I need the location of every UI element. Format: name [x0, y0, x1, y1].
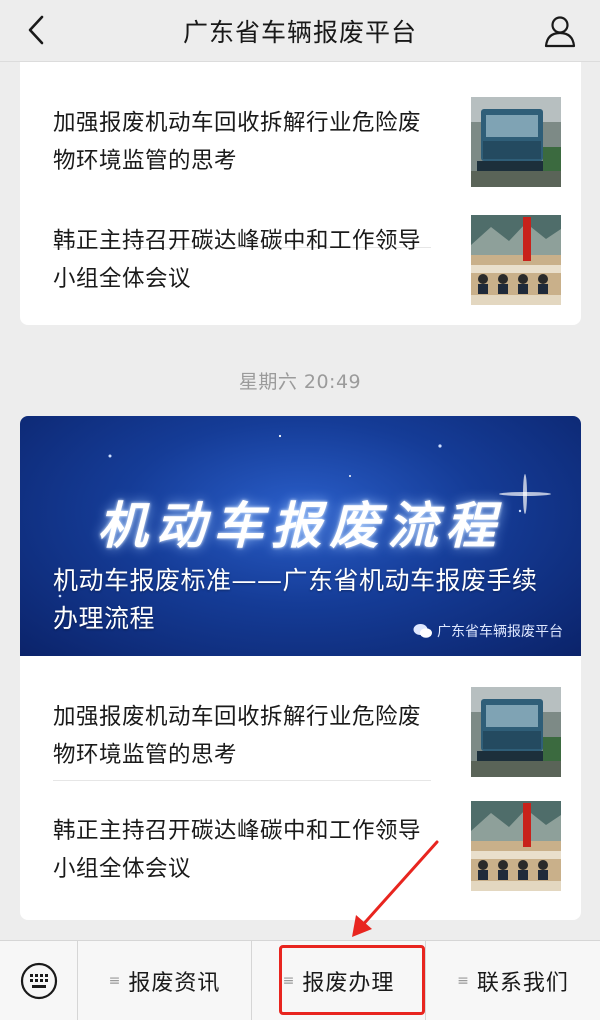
featured-article-banner[interactable]: 机动车报废流程 机动车报废标准——广东省机动车报废手续办理流程 广东省车辆报废平… — [20, 416, 581, 656]
keyboard-toggle-button[interactable] — [0, 941, 78, 1020]
article-title: 加强报废机动车回收拆解行业危险废物环境监管的思考 — [53, 704, 422, 768]
article-item[interactable]: 韩正主持召开碳达峰碳中和工作领导小组全体会议 — [53, 791, 561, 909]
message-feed[interactable]: 加强报废机动车回收拆解行业危险废物环境监管的思考 韩正主持召开碳达峰碳中和工作领… — [0, 62, 600, 940]
article-item[interactable]: 韩正主持召开碳达峰碳中和工作领导小组全体会议 — [53, 201, 561, 319]
meeting-thumbnail — [471, 215, 561, 305]
back-button[interactable] — [18, 12, 54, 48]
menu-lines-icon: ≡ — [282, 973, 295, 989]
menu-item-news[interactable]: ≡ 报废资讯 — [78, 941, 252, 1020]
wechat-icon — [413, 624, 432, 638]
meeting-thumbnail — [471, 801, 561, 891]
message-timestamp: 星期六 20:49 — [238, 371, 362, 393]
bottom-menu-bar: ≡ 报废资讯 ≡ 报废办理 ≡ 联系我们 — [0, 940, 600, 1020]
article-card: 机动车报废流程 机动车报废标准——广东省机动车报废手续办理流程 广东省车辆报废平… — [20, 416, 581, 920]
chevron-left-icon — [28, 15, 44, 45]
keyboard-icon — [20, 962, 57, 1000]
truck-thumbnail — [471, 687, 561, 777]
banner-source-text: 广东省车辆报废平台 — [437, 624, 563, 640]
banner-source: 广东省车辆报废平台 — [413, 621, 563, 641]
top-nav-bar: 广东省车辆报废平台 — [0, 0, 600, 62]
menu-item-process[interactable]: ≡ 报废办理 — [252, 941, 426, 1020]
truck-thumbnail — [471, 97, 561, 187]
page-title: 广东省车辆报废平台 — [182, 17, 417, 47]
article-title: 加强报废机动车回收拆解行业危险废物环境监管的思考 — [53, 110, 422, 174]
divider — [53, 780, 431, 781]
article-title: 韩正主持召开碳达峰碳中和工作领导小组全体会议 — [53, 818, 422, 882]
menu-lines-icon: ≡ — [457, 973, 469, 989]
article-title: 韩正主持召开碳达峰碳中和工作领导小组全体会议 — [53, 228, 422, 292]
user-icon — [544, 16, 576, 48]
menu-item-label: 报废办理 — [302, 971, 395, 996]
profile-button[interactable] — [540, 12, 580, 50]
article-item[interactable]: 加强报废机动车回收拆解行业危险废物环境监管的思考 — [53, 677, 561, 795]
menu-item-label: 报废资讯 — [128, 971, 221, 996]
menu-item-label: 联系我们 — [476, 971, 569, 996]
menu-item-contact[interactable]: ≡ 联系我们 — [426, 941, 600, 1020]
article-item[interactable]: 加强报废机动车回收拆解行业危险废物环境监管的思考 — [53, 83, 561, 201]
banner-headline: 机动车报废流程 — [97, 496, 504, 555]
article-card: 加强报废机动车回收拆解行业危险废物环境监管的思考 韩正主持召开碳达峰碳中和工作领… — [20, 62, 581, 325]
menu-lines-icon: ≡ — [108, 973, 121, 989]
